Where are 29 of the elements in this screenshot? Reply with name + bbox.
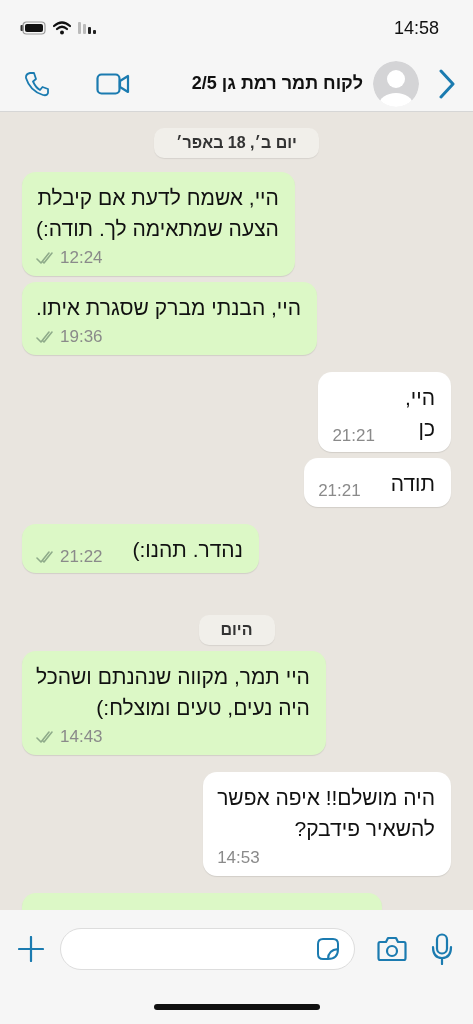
message-time: 14:53 [217,848,260,868]
back-icon[interactable] [439,68,455,99]
date-chip: היום [198,615,275,645]
message-time: 21:21 [318,481,361,501]
signal-icon [78,22,98,34]
battery-icon [20,21,46,35]
wifi-icon [53,21,71,35]
message-text: תודה [390,471,435,497]
message-field[interactable] [60,928,355,970]
message-text: היי, אשמח לדעת אם קיבלת הצעה שמתאימה לך. תודה:) [36,185,279,242]
message-time: 21:22 [60,547,103,567]
date-chip: יום ב׳, 18 באפר׳ [154,128,319,158]
message-text: היה מושלם!! איפה אפשר להשאיר פידבק? [217,785,435,842]
sticker-icon[interactable] [316,937,340,961]
camera-icon[interactable] [377,936,407,962]
status-time: 14:58 [393,17,439,39]
message-text: היי תמר, מקווה שנהנתם ושהכל היה נעים, טעים ומוצלח:) [36,664,310,721]
message-time: 12:24 [60,248,103,268]
video-call-icon[interactable] [96,72,130,95]
message-time: 21:21 [332,426,375,446]
phone-icon[interactable] [24,70,50,97]
message-text: היי, הבנתי מברק שסגרת איתו. [36,295,302,321]
message-text: היי, כן [404,385,435,442]
message-time: 19:36 [60,327,103,347]
microphone-icon[interactable] [431,933,453,965]
message-text: נהדר. תהנו:) [132,537,243,563]
plus-icon[interactable] [18,936,44,962]
contact-name[interactable]: לקוח תמר רמת גן 2/5 [191,73,363,94]
message-time: 14:43 [60,727,103,747]
